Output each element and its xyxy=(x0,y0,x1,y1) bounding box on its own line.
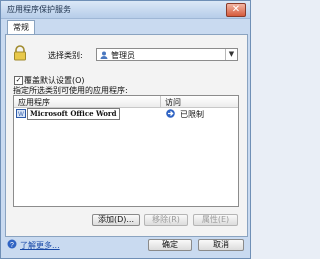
table-row[interactable]: W Microsoft Office Word 已限制 xyxy=(14,108,238,120)
properties-button[interactable]: 属性(E) xyxy=(193,214,238,226)
tab-general[interactable]: 常规 xyxy=(7,20,35,35)
ok-button[interactable]: 确定 xyxy=(148,239,192,251)
svg-text:W: W xyxy=(18,112,24,118)
window-title: 应用程序保护服务 xyxy=(7,5,71,14)
override-checkbox[interactable]: ✓ xyxy=(14,76,23,85)
access-value: 已限制 xyxy=(180,110,204,119)
cancel-button[interactable]: 取消 xyxy=(198,239,244,251)
apps-list[interactable]: 应用程序 访问 W Microsoft Office Word 已限制 xyxy=(13,95,239,207)
svg-text:?: ? xyxy=(10,242,14,249)
general-panel: 选择类别: 管理员 ▼ ✓ 覆盖默认设置(O) 指定所选类别可使用的应用程序: … xyxy=(5,34,248,237)
admin-user-icon xyxy=(100,51,108,59)
learn-more-link[interactable]: 了解更多... xyxy=(20,240,60,251)
app-protection-dialog: 应用程序保护服务 ✕ 常规 选择类别: 管理员 ▼ ✓ 覆盖默认设置(O) 指定… xyxy=(0,0,251,259)
category-value: 管理员 xyxy=(111,51,135,60)
word-app-icon: W xyxy=(16,109,26,118)
tab-bar: 常规 xyxy=(5,20,246,35)
remove-button[interactable]: 移除(R) xyxy=(144,214,188,226)
list-header: 应用程序 访问 xyxy=(14,96,238,108)
column-header-access[interactable]: 访问 xyxy=(165,97,181,108)
add-button[interactable]: 添加(D)... xyxy=(92,214,140,226)
category-label: 选择类别: xyxy=(48,51,83,60)
chevron-down-icon[interactable]: ▼ xyxy=(225,49,237,60)
title-bar: 应用程序保护服务 ✕ xyxy=(1,1,250,19)
help-icon[interactable]: ? xyxy=(7,239,17,249)
lock-icon xyxy=(14,45,26,61)
column-header-application[interactable]: 应用程序 xyxy=(18,97,50,108)
close-button[interactable]: ✕ xyxy=(226,3,246,17)
category-select[interactable]: 管理员 ▼ xyxy=(96,48,238,61)
column-divider[interactable] xyxy=(160,96,161,107)
arrow-right-icon xyxy=(166,109,175,118)
application-name: Microsoft Office Word xyxy=(27,108,120,120)
